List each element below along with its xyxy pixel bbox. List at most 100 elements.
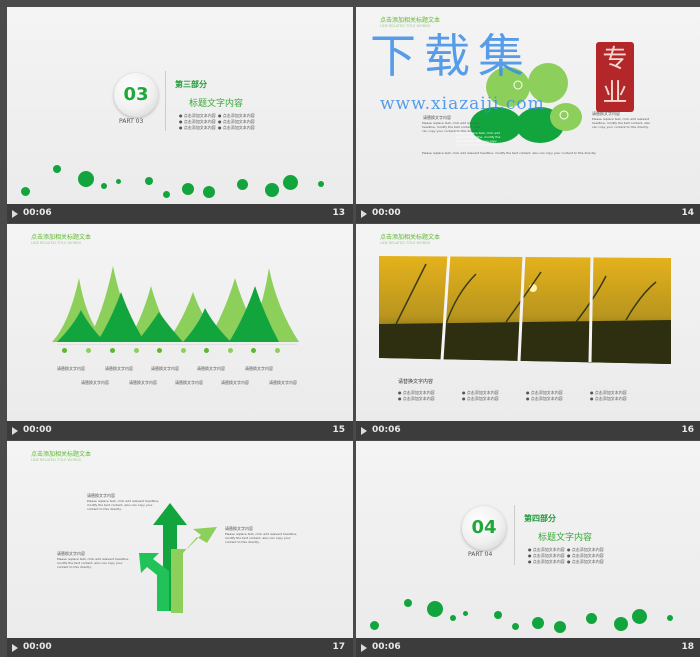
slide-canvas: 点击添加相关标题文本 LIDE RELATED TITLE WORDS 请替换文… bbox=[7, 441, 353, 638]
bullet: ● 点击添加文本内容 bbox=[462, 390, 499, 395]
bullet: ● 点击添加文本内容 bbox=[567, 553, 604, 558]
decor-dot bbox=[554, 621, 566, 633]
decor-dot bbox=[163, 191, 170, 198]
slide-thumb-18[interactable]: 04 PART 04 第四部分 标题文字内容 ● 点击添加文本内容 ● 点击添加… bbox=[356, 441, 700, 657]
node-label: 请替换文字内容 bbox=[221, 380, 249, 385]
divider bbox=[165, 71, 166, 131]
divider bbox=[514, 505, 515, 565]
slide-thumb-15[interactable]: 点击添加相关标题文本 LIDE RELATED TITLE WORDS 请替换文… bbox=[7, 224, 353, 440]
decor-dot bbox=[404, 599, 412, 607]
watermark-text: 下载集 bbox=[370, 29, 532, 83]
part-label: PART 03 bbox=[119, 118, 144, 125]
decor-dot bbox=[203, 186, 215, 198]
node-dot bbox=[110, 348, 115, 353]
decor-dot bbox=[494, 611, 502, 619]
node-label: 请替换文字内容 bbox=[175, 380, 203, 385]
bullet: ● 点击添加文本内容 bbox=[526, 390, 563, 395]
bullet: ● 点击添加文本内容 bbox=[179, 113, 216, 118]
bullet: ● 点击添加文本内容 bbox=[567, 547, 604, 552]
decor-dot bbox=[586, 613, 597, 624]
play-icon bbox=[12, 210, 18, 218]
bullet: ● 点击添加文本内容 bbox=[528, 553, 565, 558]
node-dot bbox=[86, 348, 91, 353]
thumb-status-bar: 00:06 13 bbox=[7, 204, 353, 223]
bullet: ● 点击添加文本内容 bbox=[398, 390, 435, 395]
paragraph: Please replace text, click add relevant … bbox=[87, 499, 160, 511]
decor-dot bbox=[463, 611, 468, 616]
part-name: 第四部分 bbox=[524, 514, 556, 523]
thumb-status-bar: 00:06 16 bbox=[356, 421, 700, 440]
slide-canvas: 03 PART 03 第三部分 标题文字内容 ● 点击添加文本内容 ● 点击添加… bbox=[7, 7, 353, 204]
node-label: 请替换文字内容 bbox=[151, 366, 179, 371]
thumb-status-bar: 00:00 14 bbox=[356, 204, 700, 223]
decor-dot bbox=[667, 615, 673, 621]
bullet: ● 点击添加文本内容 bbox=[590, 396, 627, 401]
section-title: 标题文字内容 bbox=[538, 533, 593, 543]
node-dot bbox=[204, 348, 209, 353]
node-dot bbox=[251, 348, 256, 353]
decor-dot bbox=[145, 177, 153, 185]
watermark-url: www.xiazaiji.com bbox=[380, 94, 545, 114]
part-name: 第三部分 bbox=[175, 80, 207, 89]
decor-dot bbox=[512, 623, 519, 630]
bullet: ● 点击添加文本内容 bbox=[528, 547, 565, 552]
node-label: 请替换文字内容 bbox=[105, 366, 133, 371]
slide-thumb-13[interactable]: 03 PART 03 第三部分 标题文字内容 ● 点击添加文本内容 ● 点击添加… bbox=[7, 7, 353, 223]
arrows-graphic bbox=[139, 503, 217, 613]
slide-timing: 00:00 bbox=[23, 642, 52, 652]
play-icon bbox=[361, 427, 367, 435]
slide-number: 15 bbox=[332, 425, 345, 435]
part-label: PART 04 bbox=[468, 551, 493, 558]
bullet: ● 点击添加文本内容 bbox=[218, 125, 255, 130]
decor-dot bbox=[318, 181, 324, 187]
thumb-status-bar: 00:00 17 bbox=[7, 638, 353, 657]
node-dot bbox=[228, 348, 233, 353]
play-icon bbox=[12, 644, 18, 652]
bullet: ● 点击添加文本内容 bbox=[590, 390, 627, 395]
decor-dot bbox=[101, 183, 107, 189]
play-icon bbox=[12, 427, 18, 435]
decor-dot bbox=[532, 617, 544, 629]
slide-number: 18 bbox=[681, 642, 694, 652]
node-label: 请替换文字内容 bbox=[57, 366, 85, 371]
slide-thumb-16[interactable]: 点击添加相关标题文本 LIDE RELATED TITLE WORDS 请替换文… bbox=[356, 224, 700, 440]
slide-canvas: 点击添加相关标题文本 LIDE RELATED TITLE WORDS 请替换文… bbox=[356, 224, 700, 421]
bullet: ● 点击添加文本内容 bbox=[218, 119, 255, 124]
play-icon bbox=[361, 644, 367, 652]
bullet: ● 点击添加文本内容 bbox=[179, 119, 216, 124]
paragraph: Please replace text, click add relevant … bbox=[422, 151, 597, 155]
decor-dot bbox=[21, 187, 30, 196]
decor-dot bbox=[78, 171, 94, 187]
bullet: ● 点击添加文本内容 bbox=[179, 125, 216, 130]
axis bbox=[57, 344, 297, 345]
bullet: ● 点击添加文本内容 bbox=[398, 396, 435, 401]
slide-canvas: 点击添加相关标题文本 LIDE RELATED TITLE WORDS 请替换文… bbox=[7, 224, 353, 421]
paragraph: Please replace text, click add relevant … bbox=[592, 117, 651, 129]
decor-dot bbox=[53, 165, 61, 173]
thumb-status-bar: 00:00 15 bbox=[7, 421, 353, 440]
slide-timing: 00:06 bbox=[23, 208, 52, 218]
decor-dot bbox=[632, 609, 647, 624]
node-label: 请替换文字内容 bbox=[81, 380, 109, 385]
node-label: 请替换文字内容 bbox=[197, 366, 225, 371]
node-dot bbox=[275, 348, 280, 353]
section-title: 标题文字内容 bbox=[189, 99, 244, 109]
decor-dot bbox=[116, 179, 121, 184]
peak-chart-graphic bbox=[52, 266, 299, 342]
slide-timing: 00:06 bbox=[372, 642, 401, 652]
label: 请替换文字内容 bbox=[225, 526, 253, 531]
part-number-circle: 04 bbox=[462, 506, 506, 550]
paragraph: Please replace text, click add relevant … bbox=[57, 557, 130, 569]
decor-dot bbox=[265, 183, 279, 197]
bullet: ● 点击添加文本内容 bbox=[528, 559, 565, 564]
slide-number: 16 bbox=[681, 425, 694, 435]
node-dot bbox=[134, 348, 139, 353]
paragraph: Please replace text, click add relevant … bbox=[456, 131, 501, 147]
slide-thumb-17[interactable]: 点击添加相关标题文本 LIDE RELATED TITLE WORDS 请替换文… bbox=[7, 441, 353, 657]
node-dot bbox=[157, 348, 162, 353]
play-icon bbox=[361, 210, 367, 218]
watermark-seal: 专业 bbox=[596, 42, 634, 112]
part-number-circle: 03 bbox=[114, 73, 158, 117]
node-dot bbox=[62, 348, 67, 353]
slide-timing: 00:00 bbox=[372, 208, 401, 218]
